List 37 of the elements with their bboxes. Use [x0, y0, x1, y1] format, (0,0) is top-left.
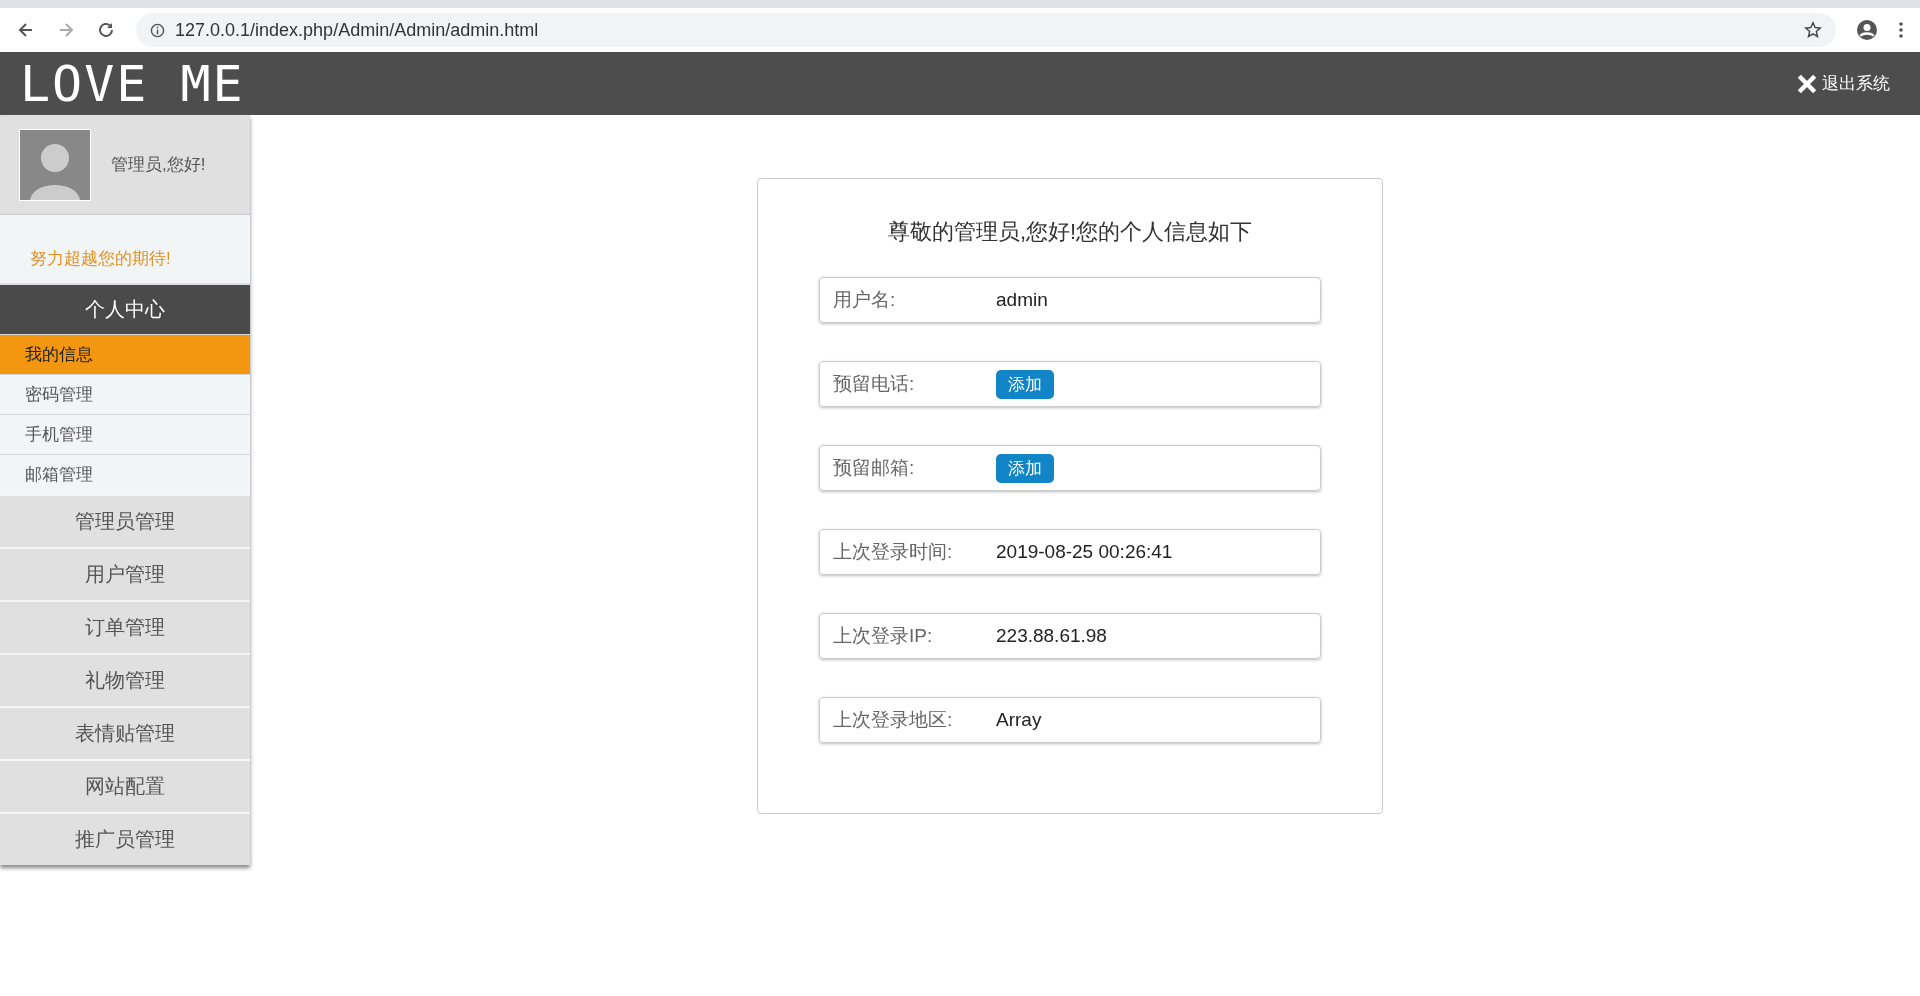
section-header[interactable]: 个人中心: [0, 283, 250, 334]
close-icon: [1796, 72, 1818, 95]
field-value: Array: [996, 709, 1042, 731]
menu-item[interactable]: 网站配置: [0, 759, 250, 812]
menu-item[interactable]: 表情贴管理: [0, 706, 250, 759]
menu-item[interactable]: 礼物管理: [0, 653, 250, 706]
field-value: 2019-08-25 00:26:41: [996, 541, 1173, 563]
field-value: admin: [996, 289, 1048, 311]
motto-text: 努力超越您的期待!: [30, 248, 171, 270]
address-bar[interactable]: 127.0.0.1/index.php/Admin/Admin/admin.html: [136, 13, 1836, 47]
menu-item[interactable]: 订单管理: [0, 600, 250, 653]
field-label: 用户名:: [833, 288, 897, 312]
add-button[interactable]: 添加: [996, 453, 1054, 483]
submenu-item[interactable]: 我的信息: [0, 334, 250, 374]
field-label: 预留邮箱:: [833, 456, 916, 480]
url-text: 127.0.0.1/index.php/Admin/Admin/admin.html: [175, 19, 539, 41]
submenu-item[interactable]: 密码管理: [0, 374, 250, 414]
submenu-item[interactable]: 邮箱管理: [0, 454, 250, 494]
add-button[interactable]: 添加: [996, 369, 1054, 399]
star-icon[interactable]: [1804, 21, 1822, 39]
account-icon[interactable]: [1856, 19, 1878, 41]
field-value: 223.88.61.98: [996, 625, 1107, 647]
menu-icon[interactable]: [1898, 20, 1904, 40]
menu-item[interactable]: 管理员管理: [0, 494, 250, 547]
menu-item[interactable]: 用户管理: [0, 547, 250, 600]
info-icon: [150, 22, 165, 38]
logo-text: LOVE ME: [20, 54, 245, 113]
card-title: 尊敬的管理员,您好!您的个人信息如下: [887, 218, 1253, 246]
field-label: 上次登录时间:: [833, 540, 954, 564]
greeting-text: 管理员,您好!: [111, 154, 206, 176]
submenu-item[interactable]: 手机管理: [0, 414, 250, 454]
logout-button[interactable]: 退出系统: [1796, 72, 1890, 95]
field-label: 上次登录地区:: [833, 708, 954, 732]
menu-item[interactable]: 推广员管理: [0, 812, 250, 865]
field-label: 预留电话:: [833, 372, 916, 396]
field-label: 上次登录IP:: [833, 624, 934, 648]
reload-icon[interactable]: [96, 20, 116, 40]
